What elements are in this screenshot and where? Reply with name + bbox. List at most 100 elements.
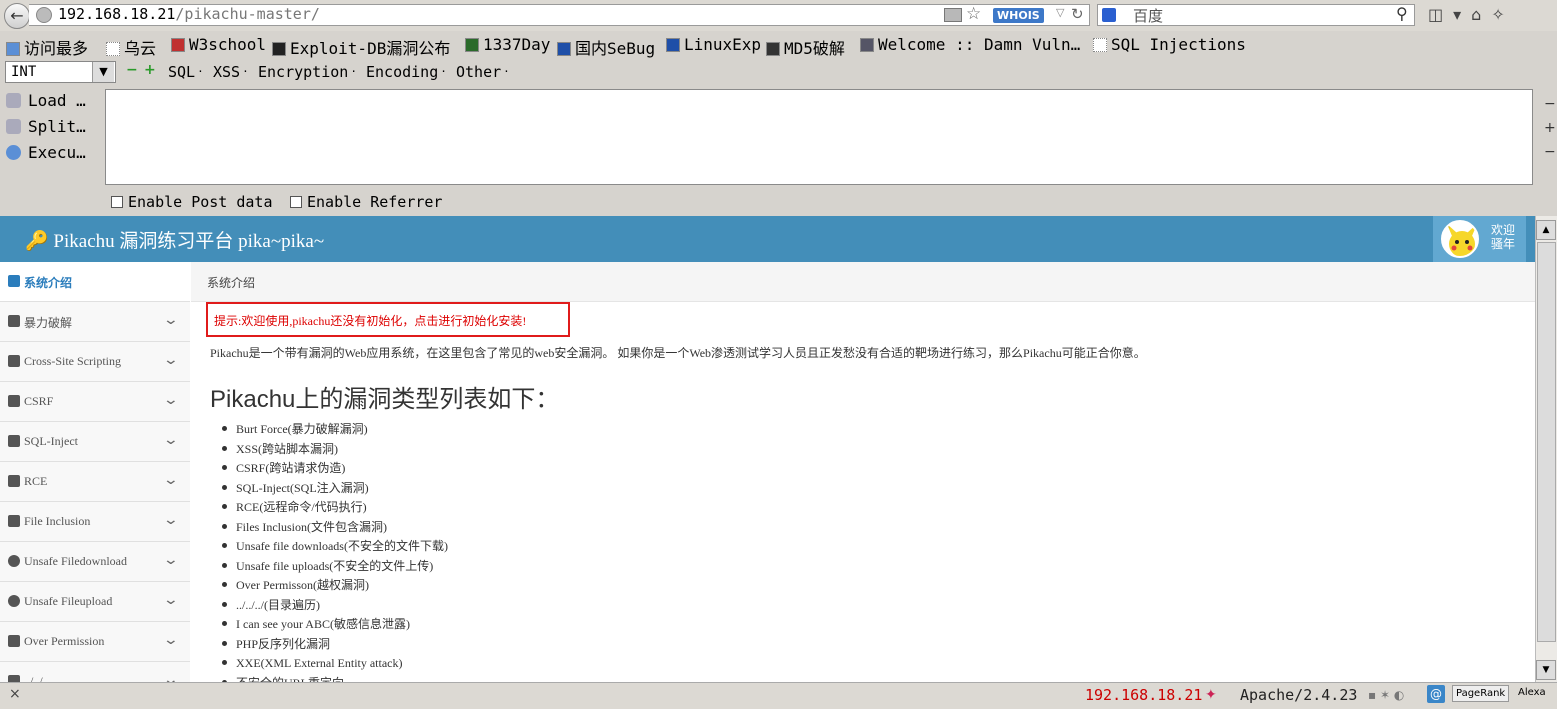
bookmark-item[interactable]: SQL Injections [1093, 35, 1246, 54]
sidebar: 系统介绍 暴力破解 ⌄ Cross-Site Scripting ⌄ CSRF ⌄ S… [0, 262, 190, 682]
textarea-resize-controls[interactable]: − + − [1544, 92, 1556, 164]
hackbar-menu-other[interactable]: Other [456, 63, 510, 81]
site-identity-icon[interactable] [36, 7, 52, 23]
status-addon-icons[interactable]: ▪ ✶ ◐ [1368, 688, 1404, 702]
text-height-icon [8, 635, 20, 647]
sidebar-item-sql-inject[interactable]: SQL-Inject ⌄ [0, 422, 190, 462]
pagerank-badge[interactable]: PageRank [1452, 685, 1510, 702]
load-url-button[interactable]: Load … [6, 91, 86, 110]
file-icon [8, 515, 20, 527]
breadcrumb-item[interactable]: 系统介绍 [207, 274, 255, 291]
addon-icon[interactable]: ✧ [1491, 5, 1514, 24]
search-input[interactable]: 百度 [1133, 5, 1163, 26]
sidebar-item-csrf[interactable]: CSRF ⌄ [0, 382, 190, 422]
w3school-icon [171, 38, 185, 52]
enable-referrer-checkbox[interactable]: Enable Referrer [290, 193, 442, 211]
checkbox-box[interactable] [290, 196, 302, 208]
list-icon [8, 355, 20, 367]
chevron-down-icon: ⌄ [162, 313, 180, 328]
fox-addon-icon[interactable]: ✦ [1205, 687, 1217, 703]
bookmark-item[interactable]: 访问最多 [6, 35, 88, 59]
scroll-down-button[interactable]: ▼ [1536, 660, 1556, 680]
enable-post-checkbox[interactable]: Enable Post data [111, 193, 273, 211]
status-server: Apache/2.4.23 [1240, 686, 1358, 704]
list-item: Unsafe file downloads(不安全的文件下载) [222, 537, 448, 557]
list-item: ../../../(目录遍历) [222, 596, 448, 616]
search-engine-icon[interactable] [1102, 8, 1116, 22]
execute-icon [6, 145, 21, 160]
user-menu[interactable]: 欢迎 骚年 [1433, 216, 1526, 262]
load-icon [6, 93, 21, 108]
hackbar-menu-encoding[interactable]: Encoding [366, 63, 447, 81]
chevron-down-icon: ⌄ [162, 593, 180, 608]
bookmark-item[interactable]: MD5破解 [766, 35, 845, 59]
chevron-down-icon[interactable]: ▼ [92, 62, 114, 82]
bookmark-item[interactable]: 1337Day [465, 35, 550, 54]
sidebar-item-rce[interactable]: RCE ⌄ [0, 462, 190, 502]
whois-button[interactable]: WHOIS [993, 8, 1044, 23]
computer-icon[interactable] [944, 8, 962, 22]
chevron-down-icon: ⌄ [162, 673, 180, 682]
hackbar-menu-xss[interactable]: XSS [213, 63, 249, 81]
list-item: Over Permisson(越权漏洞) [222, 576, 448, 596]
checkbox-box[interactable] [111, 196, 123, 208]
chevron-down-icon: ⌄ [162, 433, 180, 448]
list-item: PHP反序列化漏洞 [222, 635, 448, 655]
alexa-badge[interactable]: Alexa [1515, 685, 1549, 700]
close-findbar-icon[interactable]: × [9, 686, 21, 702]
bookmark-item[interactable]: LinuxExp [666, 35, 761, 54]
sidebar-item-brute-force[interactable]: 暴力破解 ⌄ [0, 302, 190, 342]
home-icon[interactable]: ⌂ [1471, 5, 1491, 24]
md5-icon [766, 42, 780, 56]
list-item: 不安全的URL重定向 [222, 674, 448, 683]
decrease-icon[interactable]: − [126, 62, 138, 78]
list-item: XXE(XML External Entity attack) [222, 654, 448, 674]
chevron-down-icon: ⌄ [162, 473, 180, 488]
at-icon[interactable]: @ [1427, 685, 1445, 703]
download-icon [8, 555, 20, 567]
avatar[interactable] [1441, 220, 1479, 258]
sidebar-item-unsafe-fileupload[interactable]: Unsafe Fileupload ⌄ [0, 582, 190, 622]
bookmark-item[interactable]: 国内SeBug [557, 35, 655, 59]
scrollbar-thumb[interactable] [1537, 242, 1556, 642]
chevron-down-icon: ⌄ [162, 393, 180, 408]
list-item: Unsafe file uploads(不安全的文件上传) [222, 557, 448, 577]
reload-icon[interactable]: ↻ [1071, 5, 1084, 23]
bookmark-item[interactable]: Welcome :: Damn Vuln… [860, 35, 1080, 54]
init-install-link[interactable]: 提示:欢迎使用,pikachu还没有初始化，点击进行初始化安装! [214, 312, 526, 329]
execute-button[interactable]: Execu… [6, 143, 86, 162]
bookmark-star-icon[interactable]: ☆ [966, 4, 981, 24]
back-button[interactable]: ← [4, 3, 30, 29]
hackbar-url-textarea[interactable] [105, 89, 1533, 185]
menu-dropdown-icon[interactable]: ▾ [1453, 5, 1471, 24]
hackbar-menu-sql[interactable]: SQL [168, 63, 204, 81]
url-history-dropdown-icon[interactable]: ▽ [1056, 6, 1064, 19]
sidebar-item-dir-traversal[interactable]: ../../⌄ [0, 662, 190, 682]
bookmark-item[interactable]: Exploit-DB漏洞公布 [272, 35, 450, 59]
scroll-up-button[interactable]: ▲ [1536, 220, 1556, 240]
sidebar-item-intro[interactable]: 系统介绍 [0, 262, 190, 302]
sidebar-item-over-permission[interactable]: Over Permission ⌄ [0, 622, 190, 662]
linuxexp-icon [666, 38, 680, 52]
list-icon [8, 675, 20, 682]
vertical-scrollbar[interactable]: ▲ ▼ [1535, 216, 1557, 682]
plane-icon [8, 435, 20, 447]
bookmark-item[interactable]: W3school [171, 35, 266, 54]
tag-icon [8, 275, 20, 287]
list-item: XSS(跨站脚本漏洞) [222, 440, 448, 460]
site-logo[interactable]: 🔑 Pikachu 漏洞练习平台 pika~pika~ [25, 226, 324, 253]
sidebar-item-file-inclusion[interactable]: File Inclusion ⌄ [0, 502, 190, 542]
increase-icon[interactable]: + [144, 62, 156, 78]
sidebar-item-unsafe-filedownload[interactable]: Unsafe Filedownload ⌄ [0, 542, 190, 582]
search-icon[interactable]: ⚲ [1396, 4, 1408, 23]
toolbar-icons[interactable]: ◫▾⌂✧ [1428, 5, 1515, 24]
upload-icon [8, 595, 20, 607]
split-url-button[interactable]: Split… [6, 117, 86, 136]
url-text[interactable]: 192.168.18.21/pikachu-master/ [58, 5, 320, 23]
bookmark-icon [1093, 38, 1107, 52]
bookmark-item[interactable]: 乌云 [106, 35, 156, 59]
hackbar-menu-encryption[interactable]: Encryption [258, 63, 357, 81]
1337day-icon [465, 38, 479, 52]
sidebar-item-xss[interactable]: Cross-Site Scripting ⌄ [0, 342, 190, 382]
window-icon[interactable]: ◫ [1428, 5, 1453, 24]
